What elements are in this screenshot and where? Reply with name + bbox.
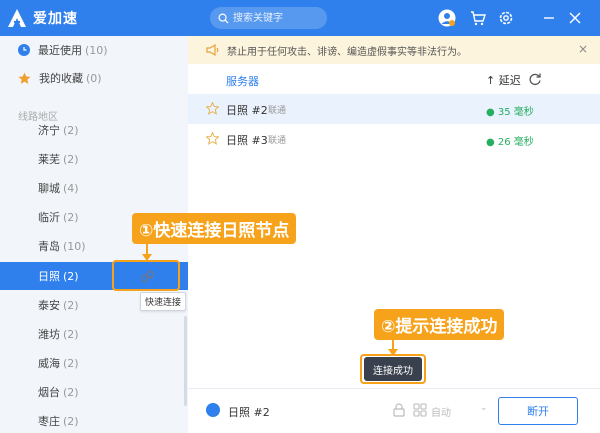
close-window-icon[interactable] <box>566 9 584 27</box>
sidebar-region-item[interactable]: 莱芜 (2) <box>0 145 188 173</box>
lock-icon[interactable] <box>393 403 405 417</box>
region-name: 潍坊 <box>38 328 60 341</box>
server-row[interactable]: 日照 #2 联通 ● 35 毫秒 <box>188 94 600 124</box>
region-name: 临沂 <box>38 211 60 224</box>
latency-sort-header[interactable]: ↑ 延迟 <box>486 72 521 88</box>
region-count: (2) <box>63 269 79 283</box>
region-count: (2) <box>63 356 79 370</box>
disconnect-button[interactable]: 断开 <box>498 397 578 425</box>
title-bar: 爱加速 <box>0 0 600 36</box>
minimize-icon[interactable] <box>540 9 558 27</box>
bottom-bar: 日照 #2 自动 ⌄ 断开 <box>188 388 600 433</box>
megaphone-icon <box>206 44 219 56</box>
notice-bar: 禁止用于任何攻击、诽谤、编造虚假事实等非法行为。 × <box>188 36 600 64</box>
user-avatar-icon[interactable] <box>438 9 456 27</box>
sidebar-region-item[interactable]: 烟台 (2) <box>0 378 188 406</box>
sidebar-region-item[interactable]: 聊城 (4) <box>0 174 188 202</box>
sidebar-item-label: 我的收藏 <box>39 72 83 85</box>
search-icon <box>218 13 229 24</box>
region-count: (2) <box>63 123 79 137</box>
region-count: (2) <box>63 210 79 224</box>
annotation-arrow-icon <box>142 242 152 261</box>
latency-value: 35 毫秒 <box>497 107 534 118</box>
connection-success-toast: 连接成功 <box>364 357 422 381</box>
sidebar-item-recent[interactable]: 最近使用 (10) <box>0 36 188 64</box>
sort-arrow-icon: ↑ <box>486 74 496 87</box>
clock-icon <box>18 44 30 56</box>
search-input[interactable] <box>229 8 317 28</box>
latency-value: 26 毫秒 <box>497 137 534 148</box>
server-list-header: 服务器 ↑ 延迟 <box>188 64 600 94</box>
sidebar-item-count: (0) <box>86 71 102 85</box>
favorite-star-icon[interactable] <box>206 132 219 145</box>
server-row[interactable]: 日照 #3 联通 ● 26 毫秒 <box>188 124 600 154</box>
link-icon <box>140 270 154 282</box>
server-latency: ● 35 毫秒 <box>486 107 534 118</box>
favorite-star-icon[interactable] <box>206 102 219 115</box>
region-count: (4) <box>63 181 79 195</box>
current-server-icon <box>206 403 220 417</box>
region-name: 聊城 <box>38 182 60 195</box>
quick-connect-button[interactable] <box>115 262 179 290</box>
sidebar-region-item[interactable]: 威海 (2) <box>0 349 188 377</box>
region-name: 枣庄 <box>38 415 60 428</box>
cart-icon[interactable] <box>469 9 487 27</box>
settings-gear-icon[interactable] <box>497 9 515 27</box>
chevron-down-icon[interactable]: ⌄ <box>480 403 488 413</box>
region-count: (2) <box>63 152 79 166</box>
region-name: 威海 <box>38 357 60 370</box>
server-isp: 联通 <box>268 106 287 116</box>
quick-connect-tooltip: 快速连接 <box>140 292 187 311</box>
refresh-icon[interactable] <box>528 72 542 86</box>
star-icon <box>18 72 31 84</box>
latency-header-label: 延迟 <box>498 74 521 87</box>
sidebar-item-label: 最近使用 <box>38 44 82 57</box>
sidebar-region-item[interactable]: 潍坊 (2) <box>0 320 188 348</box>
region-name: 烟台 <box>38 386 60 399</box>
current-server-name: 日照 #2 <box>228 406 270 419</box>
grid-mode-icon <box>413 403 427 417</box>
sidebar-scrollbar[interactable] <box>184 316 187 406</box>
notice-text: 禁止用于任何攻击、诽谤、编造虚假事实等非法行为。 <box>227 46 467 58</box>
server-isp: 联通 <box>268 136 287 146</box>
region-count: (2) <box>63 298 79 312</box>
server-name: 日照 #2 <box>226 104 268 117</box>
region-name: 济宁 <box>38 124 60 137</box>
notice-close-icon[interactable]: × <box>578 42 588 56</box>
sidebar-region-item[interactable]: 枣庄 (2) <box>0 407 188 433</box>
region-count: (10) <box>63 239 86 253</box>
annotation-step2: ②提示连接成功 <box>374 309 505 340</box>
region-name: 泰安 <box>38 299 60 312</box>
server-latency: ● 26 毫秒 <box>486 137 534 148</box>
mode-select-label[interactable]: 自动 <box>431 404 451 419</box>
region-count: (2) <box>63 385 79 399</box>
sidebar-region-item[interactable]: 济宁 (2) <box>0 116 188 144</box>
app-title: 爱加速 <box>33 11 78 27</box>
sidebar-item-favorites[interactable]: 我的收藏 (0) <box>0 64 188 92</box>
search-box[interactable] <box>210 7 327 29</box>
region-name: 青岛 <box>38 240 60 253</box>
sidebar-item-count: (10) <box>85 43 108 57</box>
region-count: (2) <box>63 327 79 341</box>
region-name: 日照 <box>38 270 60 283</box>
server-name: 日照 #3 <box>226 134 268 147</box>
logo-icon <box>8 9 26 27</box>
server-column-header: 服务器 <box>226 75 259 88</box>
region-name: 莱芜 <box>38 153 60 166</box>
annotation-step1: ①快速连接日照节点 <box>132 213 297 244</box>
app-logo: 爱加速 <box>6 7 78 29</box>
region-count: (2) <box>63 414 79 428</box>
